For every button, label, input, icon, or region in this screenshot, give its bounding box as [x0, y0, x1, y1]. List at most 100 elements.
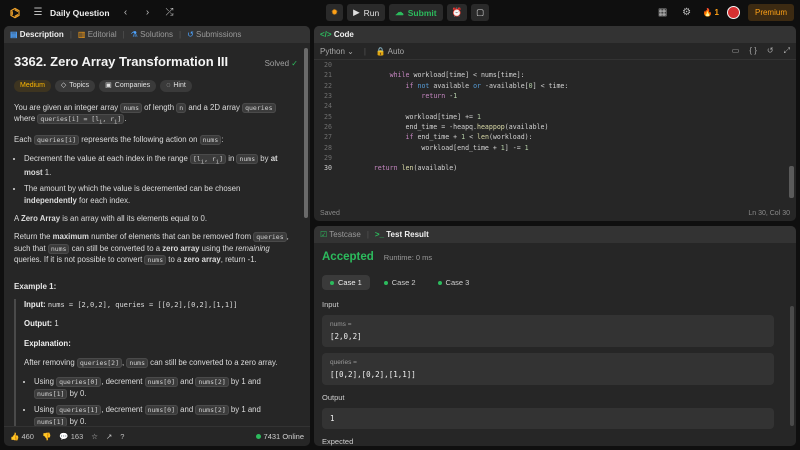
code-editor[interactable]: 20 21 while workload[time] < nums[time]:…	[314, 60, 790, 200]
tab-code[interactable]: </> Code	[320, 30, 354, 39]
case-label: Case 1	[338, 278, 362, 287]
dislike-button[interactable]: 👎	[42, 432, 51, 441]
favorite-button[interactable]: ☆	[91, 432, 98, 441]
alarm-icon: ⏰	[451, 7, 463, 17]
lock-icon: 🔒	[375, 46, 386, 56]
submit-label: Submit	[407, 7, 437, 18]
auto-mode-toggle[interactable]: 🔒 Auto	[376, 47, 404, 56]
result-status: Accepted	[322, 251, 374, 263]
test-result-body: Accepted Runtime: 0 ms Case 1 Case 2 Cas…	[314, 243, 796, 446]
explanation-list: Using queries[0], decrement nums[0] and …	[34, 376, 294, 426]
description-footer: 👍 460 👎 💬 163 ☆ ↗ ? 7431 Online	[4, 426, 310, 446]
runtime-label: Runtime: 0 ms	[383, 253, 433, 262]
tab-editorial[interactable]: ▥ Editorial	[78, 30, 117, 39]
tab-divider: |	[366, 230, 369, 239]
output-section-label: Output	[322, 393, 345, 402]
problem-tags: Medium ◇ Topics ▣ Companies ◌ Hint	[14, 79, 294, 92]
submit-button[interactable]: ☁ Submit	[389, 4, 443, 21]
thumbs-down-icon: 👎	[41, 432, 52, 441]
topics-tag[interactable]: ◇ Topics	[54, 79, 96, 92]
example-title: Example 1:	[14, 282, 57, 292]
online-count: 7431 Online	[255, 432, 304, 441]
tab-label: Submissions	[196, 30, 242, 39]
language-label: Python	[320, 46, 345, 56]
problem-description: 3362. Zero Array Transformation III Medi…	[4, 43, 304, 426]
question-icon: ?	[120, 432, 125, 441]
list-item: The amount by which the value is decreme…	[24, 183, 294, 206]
tab-solutions[interactable]: ⚗ Solutions	[131, 30, 173, 39]
user-avatar[interactable]	[726, 6, 740, 19]
toolbar-divider: |	[363, 46, 366, 56]
layout-grid-icon[interactable]: ▦	[655, 5, 671, 21]
like-button[interactable]: 👍 460	[10, 432, 34, 441]
editor-toolbar: Python ⌄ | 🔒 Auto ▭ { } ↺ ⤢	[314, 43, 796, 60]
input-queries-box: queries = [[0,2],[0,2],[1,1]]	[322, 353, 774, 385]
pass-dot-icon	[330, 280, 334, 285]
description-scrollbar[interactable]	[304, 48, 308, 218]
example-explanation-title: Explanation:	[24, 338, 71, 348]
pass-dot-icon	[437, 280, 442, 285]
tab-divider: |	[69, 30, 72, 39]
run-button[interactable]: ▶ Run	[347, 4, 386, 21]
code-panel: </> Code Python ⌄ | 🔒 Auto ▭ { } ↺ ⤢ 20 …	[314, 26, 796, 221]
document-icon: ▤	[10, 30, 18, 39]
star-icon: ☆	[91, 432, 98, 441]
checkbox-icon: ☑	[320, 230, 328, 239]
problem-title[interactable]: 3362. Zero Array Transformation III	[14, 53, 294, 72]
comments-button[interactable]: 💬 163	[59, 432, 83, 441]
case-label: Case 3	[445, 278, 470, 287]
help-button[interactable]: ?	[120, 432, 124, 441]
tab-divider: |	[122, 30, 125, 39]
leetcode-logo-icon[interactable]: ⌬	[8, 6, 22, 20]
editor-scrollbar[interactable]	[789, 166, 794, 198]
case-tabs: Case 1 Case 2 Case 3	[322, 275, 788, 290]
fire-icon: 🔥	[702, 8, 713, 17]
debug-button[interactable]: ✹	[326, 4, 344, 21]
result-scrollbar[interactable]	[790, 306, 794, 426]
tab-test-result[interactable]: >_ Test Result	[375, 230, 429, 239]
streak-counter[interactable]: 🔥 1	[703, 8, 719, 17]
example-output: Output: 1	[24, 319, 59, 329]
premium-button[interactable]: Premium	[747, 4, 794, 21]
tag-label: Hint	[173, 81, 186, 89]
input-queries-name: queries =	[330, 359, 357, 366]
next-problem-icon[interactable]: ›	[140, 5, 156, 21]
example-explanation: After removing queries[2], nums can stil…	[24, 357, 278, 368]
case-tab-1[interactable]: Case 1	[322, 275, 370, 290]
case-tab-2[interactable]: Case 2	[376, 275, 424, 290]
problem-list-icon[interactable]: ☰	[30, 5, 46, 21]
code-line: 28 workload[end_time + 1] -= 1	[324, 143, 529, 152]
run-controls: ✹ ▶ Run ☁ Submit ⏰ ▢	[326, 4, 490, 21]
code-line: 29	[324, 153, 332, 162]
notes-button[interactable]: ▢	[471, 4, 490, 21]
expand-icon[interactable]: ⤢	[784, 46, 790, 56]
output-value: 1	[330, 414, 335, 423]
code-line: 25 workload[time] += 1	[324, 112, 481, 121]
code-line: 24	[324, 102, 332, 111]
bookmark-icon[interactable]: ▭	[732, 46, 740, 56]
daily-question-title[interactable]: Daily Question	[50, 8, 110, 18]
companies-tag[interactable]: ▣ Companies	[99, 79, 157, 92]
braces-icon[interactable]: { }	[749, 46, 757, 56]
result-panel: ☑ Testcase | >_ Test Result Accepted Run…	[314, 226, 796, 446]
case-tab-3[interactable]: Case 3	[430, 275, 478, 290]
description-paragraph: A Zero Array is an array with all its el…	[14, 213, 208, 223]
description-paragraph: Return the maximum number of elements th…	[14, 232, 289, 266]
reset-icon[interactable]: ↺	[767, 46, 774, 56]
share-button[interactable]: ↗	[106, 432, 112, 441]
settings-gear-icon[interactable]: ⚙	[679, 5, 695, 21]
description-tabs: ▤ Description | ▥ Editorial | ⚗ Solution…	[4, 26, 310, 43]
editor-status-bar: Saved Ln 30, Col 30	[314, 205, 796, 221]
hint-tag[interactable]: ◌ Hint	[160, 79, 192, 92]
prev-problem-icon[interactable]: ‹	[118, 5, 134, 21]
shuffle-icon[interactable]: ⤮	[162, 5, 178, 21]
tab-label: Editorial	[87, 30, 117, 39]
saved-status: Saved	[320, 209, 340, 217]
share-icon: ↗	[105, 432, 113, 441]
tab-testcase[interactable]: ☑ Testcase	[320, 230, 361, 239]
language-select[interactable]: Python ⌄	[320, 47, 354, 56]
tab-submissions[interactable]: ↺ Submissions	[187, 30, 241, 39]
tab-description[interactable]: ▤ Description	[10, 30, 64, 39]
timer-button[interactable]: ⏰	[446, 4, 468, 21]
tag-icon: ◇	[60, 81, 67, 89]
